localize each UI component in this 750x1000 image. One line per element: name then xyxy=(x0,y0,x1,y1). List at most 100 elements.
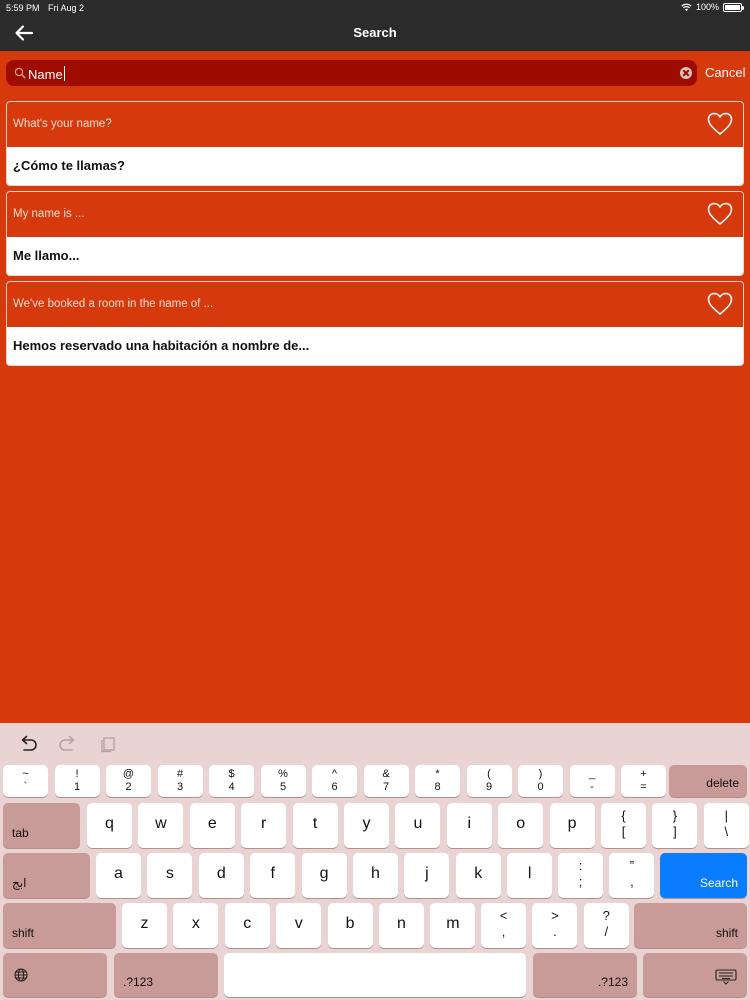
key-r[interactable]: r xyxy=(241,803,287,848)
key-h[interactable]: h xyxy=(353,853,398,898)
key-char: u xyxy=(413,815,423,832)
key-char: 0 xyxy=(537,781,544,793)
key-char: , xyxy=(630,874,634,889)
status-right: 100% xyxy=(681,2,744,12)
key-char: o xyxy=(516,815,526,832)
key-e[interactable]: e xyxy=(189,803,235,848)
search-field[interactable]: Name xyxy=(6,60,697,86)
search-key[interactable]: Search xyxy=(660,853,747,898)
result-card-header: We've booked a room in the name of ... xyxy=(7,282,743,327)
status-time: 5:59 PM xyxy=(6,3,40,13)
result-spanish: ¿Cómo te llamas? xyxy=(13,158,125,173)
key-n[interactable]: n xyxy=(379,903,424,948)
paste-icon[interactable] xyxy=(98,735,118,753)
redo-icon[interactable] xyxy=(58,735,78,753)
key-char: 5 xyxy=(279,781,287,793)
onscreen-keyboard: ~ `! 1 @2 #3 $4% 5 ^ 6 & 7 * 8(9) 0 _ - + = delete tab q w e r t… xyxy=(0,723,750,1000)
key-,[interactable]: ”, xyxy=(609,853,655,898)
key-x[interactable]: x xyxy=(173,903,219,948)
heart-icon[interactable] xyxy=(707,202,733,226)
globe-key[interactable] xyxy=(3,953,107,997)
key-c[interactable]: c xyxy=(224,903,270,948)
result-card[interactable]: My name is ... Me llamo... xyxy=(6,191,744,276)
key-q[interactable]: q xyxy=(87,803,132,848)
key-/[interactable]: ? / xyxy=(583,903,629,948)
key-char: = xyxy=(640,781,647,793)
result-spanish: Me llamo... xyxy=(13,248,80,263)
key-[[interactable]: {[ xyxy=(601,803,646,848)
key-shift-char: @ xyxy=(122,768,135,780)
result-card[interactable]: What's your name? ¿Cómo te llamas? xyxy=(6,101,744,186)
key-1[interactable]: ! 1 xyxy=(54,765,100,797)
heart-icon[interactable] xyxy=(707,112,733,136)
key-g[interactable]: g xyxy=(301,853,347,898)
key-=[interactable]: + = xyxy=(621,765,666,797)
key-char: f xyxy=(270,865,275,882)
key-\[interactable]: | \ xyxy=(703,803,749,848)
key-2[interactable]: @2 xyxy=(106,765,151,797)
key-char: ; xyxy=(578,874,583,889)
numbers-key-label: .?123 xyxy=(123,975,154,989)
key-j[interactable]: j xyxy=(404,853,450,898)
key--[interactable]: _ - xyxy=(569,765,615,797)
key-char: h xyxy=(371,865,380,882)
delete-key[interactable]: delete xyxy=(669,765,747,797)
key-y[interactable]: y xyxy=(344,803,389,848)
key-char: . xyxy=(553,924,557,939)
key-p[interactable]: p xyxy=(549,803,595,848)
result-card[interactable]: We've booked a room in the name of ... H… xyxy=(6,281,744,366)
key-shift-char: * xyxy=(435,768,440,780)
key-t[interactable]: t xyxy=(292,803,338,848)
key-4[interactable]: $4 xyxy=(209,765,254,797)
result-english: What's your name? xyxy=(13,118,112,130)
key-d[interactable]: d xyxy=(198,853,244,898)
clear-search-icon[interactable] xyxy=(680,67,692,79)
undo-icon[interactable] xyxy=(18,735,38,753)
key-w[interactable]: w xyxy=(138,803,184,848)
key-char: , xyxy=(501,924,506,939)
key-u[interactable]: u xyxy=(395,803,441,848)
key-shift-char: > xyxy=(551,908,559,923)
key-a[interactable]: a xyxy=(96,853,141,898)
key-k[interactable]: k xyxy=(455,853,501,898)
key-9[interactable]: (9 xyxy=(466,765,512,797)
key-b[interactable]: b xyxy=(327,903,373,948)
key-v[interactable]: v xyxy=(276,903,322,948)
keyboard-language-key[interactable]: ابج xyxy=(3,853,90,898)
key-z[interactable]: z xyxy=(122,903,167,948)
left-shift-key[interactable]: shift xyxy=(3,903,116,948)
numbers-key-right[interactable]: .?123 xyxy=(533,953,637,997)
result-english: My name is ... xyxy=(13,208,85,220)
key-l[interactable]: l xyxy=(507,853,553,898)
dismiss-keyboard-key[interactable] xyxy=(643,953,747,997)
key-][interactable]: }] xyxy=(652,803,698,848)
key-s[interactable]: s xyxy=(147,853,193,898)
key-shift-char: _ xyxy=(588,768,596,780)
key-;[interactable]: :; xyxy=(558,853,603,898)
key-f[interactable]: f xyxy=(250,853,296,898)
key-5[interactable]: % 5 xyxy=(260,765,306,797)
key-,[interactable]: <, xyxy=(481,903,526,948)
key-shift-char: < xyxy=(499,908,508,923)
key-.[interactable]: >. xyxy=(532,903,578,948)
cancel-button[interactable]: Cancel xyxy=(705,65,745,80)
heart-icon[interactable] xyxy=(707,292,733,316)
space-bar[interactable] xyxy=(224,953,526,997)
language-key-label: ابج xyxy=(12,876,27,890)
page-title: Search xyxy=(353,25,397,40)
key-i[interactable]: i xyxy=(446,803,492,848)
key-0[interactable]: ) 0 xyxy=(518,765,563,797)
right-shift-key[interactable]: shift xyxy=(634,903,747,948)
key-8[interactable]: * 8 xyxy=(415,765,460,797)
key-7[interactable]: & 7 xyxy=(363,765,409,797)
key-shift-char: # xyxy=(176,768,184,780)
key-char: 2 xyxy=(125,781,132,793)
key-`[interactable]: ~ ` xyxy=(3,765,48,797)
key-o[interactable]: o xyxy=(498,803,544,848)
tab-key[interactable]: tab xyxy=(3,803,80,848)
key-3[interactable]: #3 xyxy=(157,765,203,797)
key-6[interactable]: ^ 6 xyxy=(312,765,357,797)
search-input[interactable]: Name xyxy=(28,66,65,82)
numbers-key-left[interactable]: .?123 xyxy=(114,953,218,997)
key-m[interactable]: m xyxy=(430,903,476,948)
